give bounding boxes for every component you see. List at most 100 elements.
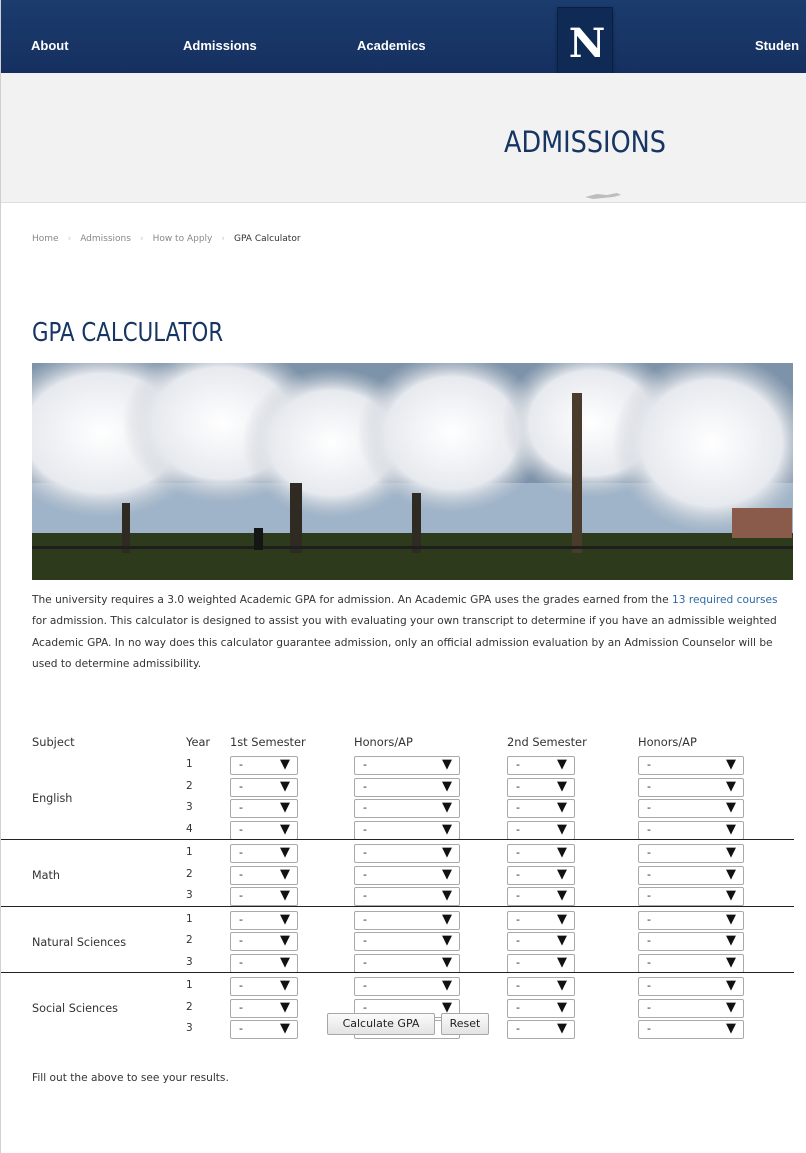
grade-select-hon2[interactable]: - ▼ — [638, 844, 744, 863]
grade-select-sem2[interactable]: - ▼ — [507, 977, 575, 996]
grade-select-hon2[interactable]: - ▼ — [638, 953, 744, 973]
grade-select-sem2[interactable]: - ▼ — [507, 820, 575, 840]
grade-select-sem1[interactable]: - ▼ — [230, 953, 298, 973]
year-label: 3 — [186, 801, 193, 813]
table-row: 3-▼-▼-▼-▼ — [32, 799, 794, 820]
select-value: - — [516, 889, 520, 902]
grade-select-hon2[interactable]: - ▼ — [638, 998, 744, 1018]
grade-select-hon1[interactable]: -▼ — [354, 756, 460, 775]
grade-select-hon2[interactable]: - ▼ — [638, 1020, 744, 1039]
select-value: - — [239, 758, 243, 771]
grade-select-sem2[interactable]: - ▼ — [507, 910, 575, 930]
breadcrumb-separator-icon: › — [139, 234, 144, 244]
grade-select-sem2[interactable]: - ▼ — [507, 1020, 575, 1039]
dropdown-arrow-icon: ▼ — [442, 757, 452, 772]
grade-select-hon1[interactable]: -▼ — [354, 799, 460, 818]
grade-select-hon1[interactable]: -▼ — [354, 953, 460, 973]
dropdown-arrow-icon: ▼ — [726, 1021, 736, 1036]
dropdown-arrow-icon: ▼ — [442, 911, 452, 927]
grade-select-hon2[interactable]: - ▼ — [638, 777, 744, 797]
grade-select-sem1[interactable]: - ▼ — [230, 756, 298, 775]
dropdown-arrow-icon: ▼ — [442, 800, 452, 815]
grade-select-sem1[interactable]: - ▼ — [230, 799, 298, 818]
dropdown-arrow-icon: ▼ — [442, 933, 452, 948]
grade-select-sem2[interactable]: - ▼ — [507, 865, 575, 885]
table-row: 1- ▼ - ▼ - ▼ - ▼ — [32, 844, 794, 865]
select-value: - — [516, 979, 520, 992]
grade-select-hon1[interactable]: -▼ — [354, 910, 460, 930]
grade-select-hon2[interactable]: - ▼ — [638, 820, 744, 840]
dropdown-arrow-icon: ▼ — [442, 978, 452, 993]
subject-label: Social Sciences — [32, 1002, 118, 1016]
select-value: - — [239, 912, 243, 926]
section-divider — [1, 905, 794, 907]
grade-select-hon2[interactable]: - ▼ — [638, 977, 744, 996]
nav-admissions[interactable]: Admissions — [183, 38, 257, 53]
dropdown-arrow-icon: ▼ — [557, 1021, 567, 1036]
dropdown-arrow-icon: ▼ — [442, 888, 452, 903]
grade-select-hon1[interactable]: -▼ — [354, 887, 460, 906]
grade-select-sem1[interactable]: - ▼ — [230, 777, 298, 797]
select-value: - — [647, 934, 651, 947]
grade-select-hon2[interactable]: - ▼ — [638, 865, 744, 885]
grade-select-sem1[interactable]: - ▼ — [230, 1020, 298, 1039]
grade-select-hon1[interactable]: -▼ — [354, 820, 460, 840]
section-divider — [1, 839, 794, 840]
select-value: - — [363, 934, 367, 947]
year-label: 1 — [186, 758, 193, 770]
grade-select-sem2[interactable]: - ▼ — [507, 844, 575, 863]
grade-select-sem2[interactable]: - ▼ — [507, 932, 575, 951]
grade-select-hon1[interactable]: -▼ — [354, 977, 460, 996]
dropdown-arrow-icon: ▼ — [557, 845, 567, 860]
nav-academics[interactable]: Academics — [357, 38, 426, 53]
dropdown-arrow-icon: ▼ — [280, 978, 290, 993]
grade-select-sem2[interactable]: - ▼ — [507, 887, 575, 906]
university-logo[interactable]: N — [557, 7, 613, 83]
select-value: - — [239, 822, 243, 836]
breadcrumb-home[interactable]: Home — [32, 234, 59, 244]
grade-select-sem1[interactable]: - ▼ — [230, 910, 298, 930]
dropdown-arrow-icon: ▼ — [726, 778, 736, 794]
grade-select-hon2[interactable]: - ▼ — [638, 887, 744, 906]
dropdown-arrow-icon: ▼ — [557, 757, 567, 772]
grade-select-sem1[interactable]: - ▼ — [230, 820, 298, 840]
grade-select-hon1[interactable]: -▼ — [354, 844, 460, 863]
nav-students[interactable]: Studen — [755, 38, 799, 53]
grade-select-sem2[interactable]: - ▼ — [507, 756, 575, 775]
nav-about[interactable]: About — [31, 38, 69, 53]
select-value: - — [647, 779, 651, 793]
table-row: 1- ▼ - ▼ - ▼ - ▼ — [32, 756, 794, 777]
select-value: - — [516, 801, 520, 814]
page-title: GPA CALCULATOR — [32, 318, 224, 348]
reset-button[interactable]: Reset — [441, 1013, 489, 1035]
grade-select-hon2[interactable]: - ▼ — [638, 910, 744, 930]
year-label: 4 — [186, 822, 193, 835]
dropdown-arrow-icon: ▼ — [726, 757, 736, 772]
grade-select-hon1[interactable]: -▼ — [354, 932, 460, 951]
year-label: 3 — [186, 955, 193, 968]
grade-select-hon2[interactable]: - ▼ — [638, 799, 744, 818]
grade-select-sem1[interactable]: - ▼ — [230, 887, 298, 906]
grade-select-hon2[interactable]: - ▼ — [638, 932, 744, 951]
grade-select-sem1[interactable]: - ▼ — [230, 844, 298, 863]
grade-select-sem2[interactable]: - ▼ — [507, 777, 575, 797]
required-courses-link[interactable]: 13 required courses — [672, 594, 778, 606]
grade-select-sem1[interactable]: - ▼ — [230, 998, 298, 1018]
grade-select-sem1[interactable]: - ▼ — [230, 865, 298, 885]
grade-select-sem2[interactable]: - ▼ — [507, 998, 575, 1018]
grade-select-hon2[interactable]: - ▼ — [638, 756, 744, 775]
result-text: Fill out the above to see your results. — [32, 1072, 229, 1084]
dropdown-arrow-icon: ▼ — [280, 757, 290, 772]
dropdown-arrow-icon: ▼ — [557, 866, 567, 882]
breadcrumb-how-to-apply[interactable]: How to Apply — [153, 234, 213, 244]
grade-select-sem2[interactable]: - ▼ — [507, 799, 575, 818]
grade-select-hon1[interactable]: -▼ — [354, 777, 460, 797]
table-row: 2- ▼ - ▼ - ▼ - ▼ — [32, 777, 794, 799]
grade-select-sem1[interactable]: - ▼ — [230, 977, 298, 996]
grade-select-sem2[interactable]: - ▼ — [507, 953, 575, 973]
calculate-gpa-button[interactable]: Calculate GPA — [327, 1013, 435, 1035]
grade-select-hon1[interactable]: -▼ — [354, 865, 460, 885]
select-value: - — [647, 979, 651, 992]
grade-select-sem1[interactable]: - ▼ — [230, 932, 298, 951]
breadcrumb-admissions[interactable]: Admissions — [80, 234, 131, 244]
